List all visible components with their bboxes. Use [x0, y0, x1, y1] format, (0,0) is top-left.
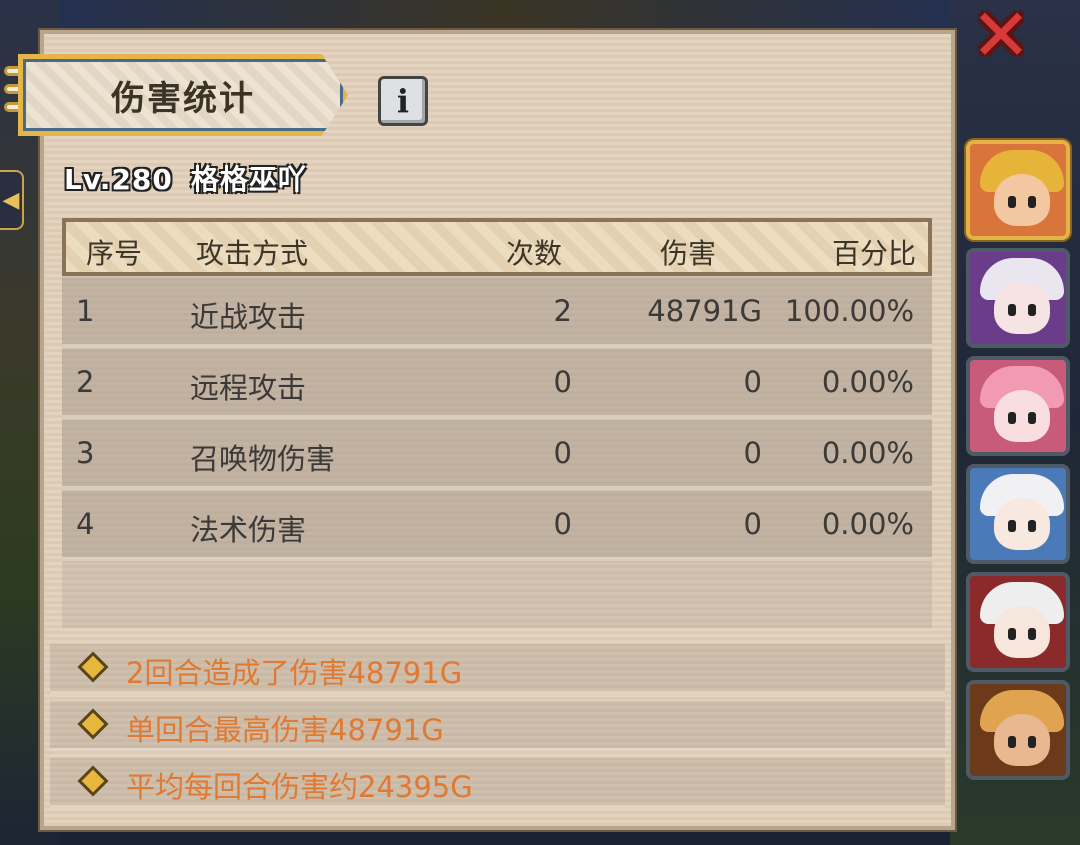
header-damage: 伤害 — [660, 237, 717, 270]
hero-eye — [1028, 412, 1036, 424]
hero-eye — [1008, 412, 1016, 424]
summary-line: 2回合造成了伤害48791G — [50, 644, 945, 694]
hero-eye — [1008, 304, 1016, 316]
row-count: 0 — [553, 436, 572, 470]
player-name: 格格巫吖 — [190, 163, 307, 196]
row-type: 近战攻击 — [190, 300, 307, 334]
hero-eye — [1008, 628, 1016, 640]
close-icon[interactable]: ✕ — [970, 0, 1032, 71]
row-percent: 100.00% — [784, 294, 914, 328]
hero-face — [994, 390, 1050, 442]
player-level: Lv.280 — [64, 163, 173, 196]
header-count: 次数 — [506, 237, 563, 270]
hero-portrait-1[interactable] — [966, 140, 1070, 240]
row-damage: 0 — [743, 365, 762, 399]
player-info: Lv.280 格格巫吖 — [64, 158, 307, 198]
hero-face — [994, 498, 1050, 550]
table-row: 3 召唤物伤害 0 0 0.00% — [62, 420, 932, 490]
header-no: 序号 — [86, 237, 143, 270]
hero-face — [994, 606, 1050, 658]
side-expand-arrow-icon[interactable]: ◀ — [0, 170, 24, 230]
header-percent: 百分比 — [832, 237, 917, 270]
header-type: 攻击方式 — [196, 237, 309, 270]
hero-portrait-4[interactable] — [966, 464, 1070, 564]
diamond-bullet-icon — [77, 651, 109, 683]
row-type: 召唤物伤害 — [190, 442, 336, 476]
hero-face — [994, 174, 1050, 226]
row-percent: 0.00% — [821, 507, 914, 541]
row-damage: 0 — [743, 436, 762, 470]
summary-text: 单回合最高伤害48791G — [126, 713, 444, 747]
row-no: 4 — [76, 507, 95, 541]
summary-text: 2回合造成了伤害48791G — [126, 656, 463, 690]
row-damage: 48791G — [647, 294, 762, 328]
hero-eye — [1028, 196, 1036, 208]
hero-eye — [1008, 196, 1016, 208]
dialog-title: 伤害统计 — [111, 78, 255, 119]
hero-face — [994, 714, 1050, 766]
hero-eye — [1028, 736, 1036, 748]
table-row: 4 法术伤害 0 0 0.00% — [62, 491, 932, 561]
row-damage: 0 — [743, 507, 762, 541]
game-background-top — [60, 0, 950, 34]
summary-line: 平均每回合伤害约24395G — [50, 758, 945, 808]
hero-eye — [1008, 736, 1016, 748]
info-icon[interactable]: i — [378, 76, 428, 126]
diamond-bullet-icon — [77, 708, 109, 740]
row-count: 2 — [553, 294, 572, 328]
row-type: 法术伤害 — [190, 513, 307, 547]
hero-portrait-2[interactable] — [966, 248, 1070, 348]
hero-portrait-6[interactable] — [966, 680, 1070, 780]
hero-portrait-5[interactable] — [966, 572, 1070, 672]
damage-table: 序号 攻击方式 次数 伤害 百分比 1 近战攻击 2 48791G 100.00… — [62, 218, 932, 628]
table-header: 序号 攻击方式 次数 伤害 百分比 — [62, 218, 932, 276]
table-row: 2 远程攻击 0 0 0.00% — [62, 349, 932, 419]
row-percent: 0.00% — [821, 436, 914, 470]
summary-text: 平均每回合伤害约24395G — [126, 770, 473, 804]
row-count: 0 — [553, 507, 572, 541]
hero-eye — [1028, 520, 1036, 532]
summary-line: 单回合最高伤害48791G — [50, 701, 945, 751]
row-no: 3 — [76, 436, 95, 470]
hero-portrait-3[interactable] — [966, 356, 1070, 456]
row-no: 1 — [76, 294, 95, 328]
hero-eye — [1028, 304, 1036, 316]
hero-eye — [1008, 520, 1016, 532]
diamond-bullet-icon — [77, 765, 109, 797]
hero-face — [994, 282, 1050, 334]
row-percent: 0.00% — [821, 365, 914, 399]
table-row: 1 近战攻击 2 48791G 100.00% — [62, 278, 932, 348]
hero-eye — [1028, 628, 1036, 640]
row-count: 0 — [553, 365, 572, 399]
row-no: 2 — [76, 365, 95, 399]
row-type: 远程攻击 — [190, 371, 307, 405]
